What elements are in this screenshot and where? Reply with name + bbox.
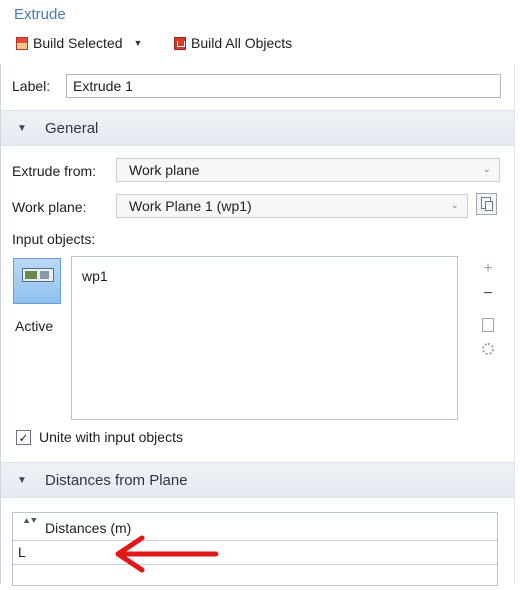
section-general-title: General: [45, 119, 99, 137]
build-selected-button[interactable]: Build Selected ▼: [16, 32, 142, 54]
label-field-label: Label:: [12, 78, 51, 94]
build-selected-label: Build Selected: [33, 35, 123, 51]
work-plane-value: Work Plane 1 (wp1): [129, 198, 252, 214]
collapse-triangle-icon: ▼: [17, 474, 27, 486]
remove-icon[interactable]: −: [480, 285, 496, 303]
active-label: Active: [15, 318, 54, 334]
panel-right-border: [514, 64, 515, 584]
section-general-header[interactable]: ▼ General: [1, 110, 514, 146]
work-plane-select[interactable]: Work Plane 1 (wp1) ⌄: [116, 194, 468, 218]
input-objects-list[interactable]: wp1: [71, 256, 458, 420]
unite-checkbox[interactable]: ✓: [16, 430, 31, 445]
build-selected-icon: [16, 36, 28, 50]
extrude-from-label: Extrude from:: [12, 163, 97, 179]
sort-icon[interactable]: ⯅⯆: [23, 516, 37, 527]
add-icon[interactable]: +: [480, 260, 496, 278]
section-distances-title: Distances from Plane: [45, 471, 188, 489]
build-all-label: Build All Objects: [191, 35, 293, 51]
red-arrow-annotation: [115, 535, 219, 573]
selection-toggle-icon: [22, 268, 54, 282]
table-cell[interactable]: L: [18, 544, 26, 560]
clear-selection-icon[interactable]: [482, 318, 494, 332]
list-item[interactable]: wp1: [82, 268, 108, 284]
extrude-from-value: Work plane: [129, 162, 200, 178]
table-header: ⯅⯆ Distances (m): [13, 513, 497, 541]
build-all-icon: [174, 36, 186, 50]
input-objects-label: Input objects:: [12, 231, 96, 247]
section-distances-header[interactable]: ▼ Distances from Plane: [1, 462, 514, 498]
checkmark-icon: ✓: [18, 430, 29, 445]
dropdown-arrow-icon: ⌄: [482, 164, 491, 175]
go-to-source-icon[interactable]: [476, 193, 497, 215]
dropdown-arrow-icon: ⌄: [450, 200, 459, 211]
unite-label: Unite with input objects: [39, 429, 183, 445]
zoom-to-selection-icon[interactable]: [482, 343, 494, 355]
extrude-from-select[interactable]: Work plane ⌄: [116, 158, 500, 182]
work-plane-label: Work plane:: [12, 199, 87, 215]
label-input[interactable]: [66, 74, 501, 98]
collapse-triangle-icon: ▼: [17, 122, 27, 134]
active-toggle-button[interactable]: [13, 258, 61, 304]
distances-table[interactable]: ⯅⯆ Distances (m) L: [12, 512, 498, 586]
build-all-objects-button[interactable]: Build All Objects: [174, 32, 292, 54]
panel-title: Extrude: [14, 6, 66, 23]
table-row[interactable]: L: [13, 541, 497, 565]
chevron-down-icon[interactable]: ▼: [134, 38, 143, 48]
